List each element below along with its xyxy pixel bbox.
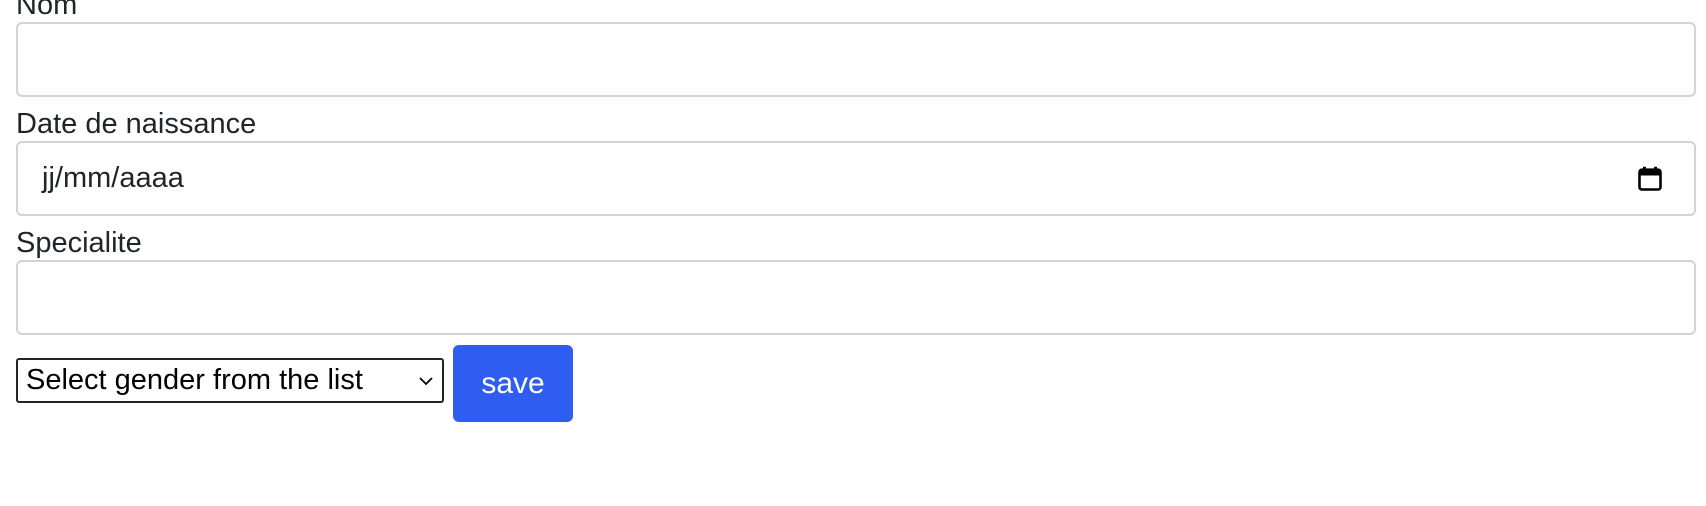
save-button[interactable]: save	[453, 345, 573, 422]
date-placeholder: jj/mm/aaaa	[42, 162, 184, 194]
chevron-down-icon	[419, 376, 433, 385]
calendar-icon[interactable]	[1636, 165, 1664, 193]
date-de-naissance-label: Date de naissance	[16, 108, 257, 140]
specialite-input[interactable]	[16, 260, 1696, 335]
nom-label: Nom	[16, 0, 78, 21]
form-actions: Select gender from the list save	[16, 345, 1696, 422]
gender-select[interactable]: Select gender from the list	[16, 358, 444, 403]
personal-info-form: Nom Date de naissance jj/mm/aaaa Special…	[16, 0, 1696, 422]
gender-select-value: Select gender from the list	[26, 364, 363, 396]
date-de-naissance-input[interactable]: jj/mm/aaaa	[16, 141, 1696, 216]
nom-input[interactable]	[16, 22, 1696, 97]
specialite-label: Specialite	[16, 227, 142, 259]
